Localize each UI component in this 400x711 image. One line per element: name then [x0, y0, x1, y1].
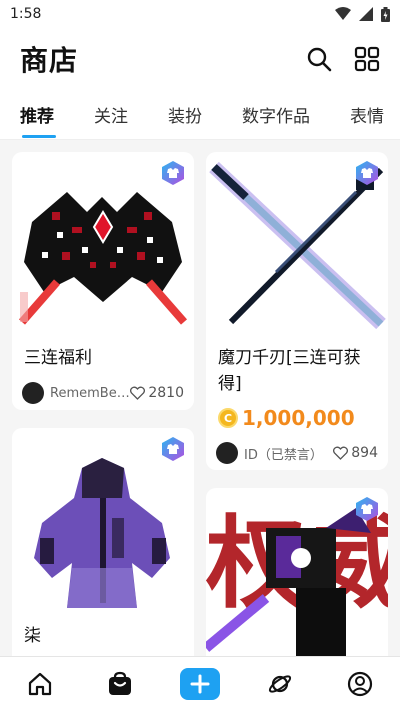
coin-icon: C: [218, 408, 238, 428]
outfit-type-badge: [162, 437, 184, 461]
app-header: 商店: [0, 28, 400, 90]
like-count[interactable]: 2810: [130, 385, 184, 401]
add-button[interactable]: [180, 668, 220, 700]
price: C 1,000,000: [218, 406, 355, 430]
product-meta: RememBer... 2810: [22, 382, 184, 404]
tab-digital-works[interactable]: 数字作品: [222, 90, 310, 139]
category-tabs: 推荐 关注 装扮 数字作品 表情: [0, 90, 400, 140]
heart-icon: [333, 446, 349, 460]
like-count-value: 2810: [148, 385, 184, 401]
search-button[interactable]: [306, 46, 332, 72]
battery-icon: [381, 6, 390, 22]
product-meta: ID（已禁言） 894: [216, 442, 378, 464]
nav-profile[interactable]: [340, 664, 380, 704]
add-icon: [190, 674, 210, 694]
outfit-type-badge: [162, 161, 184, 185]
author-name[interactable]: ID（已禁言）: [244, 444, 324, 463]
search-icon: [307, 47, 332, 72]
avatar[interactable]: [22, 382, 44, 404]
nav-discover[interactable]: [260, 664, 300, 704]
profile-icon: [347, 671, 373, 697]
bottom-nav: [0, 656, 400, 711]
product-title: 柒: [24, 626, 41, 646]
product-feed: 三连福利 RememBer... 2810 魔刀千刃[三连可获得] C 1,00…: [0, 140, 400, 656]
tab-following[interactable]: 关注: [74, 90, 128, 139]
like-count[interactable]: 894: [333, 445, 378, 461]
tab-emoji[interactable]: 表情: [330, 90, 384, 139]
planet-icon: [268, 675, 292, 693]
signal-icon: [359, 7, 373, 21]
product-title: 魔刀千刃[三连可获得]: [218, 348, 361, 394]
product-card[interactable]: 魔刀千刃[三连可获得] C 1,000,000 ID（已禁言） 894: [206, 152, 388, 470]
nav-shop[interactable]: [100, 664, 140, 704]
nav-home[interactable]: [20, 664, 60, 704]
outfit-type-badge: [356, 161, 378, 185]
status-bar: 1:58: [0, 0, 400, 28]
product-card[interactable]: 权威: [206, 488, 388, 656]
outfit-type-badge: [356, 497, 378, 521]
nav-create[interactable]: [180, 664, 220, 704]
status-icons: [335, 6, 390, 22]
price-value: 1,000,000: [242, 406, 355, 430]
avatar[interactable]: [216, 442, 238, 464]
like-count-value: 894: [351, 445, 378, 461]
wifi-icon: [335, 7, 351, 20]
product-card[interactable]: 三连福利 RememBer... 2810: [12, 152, 194, 410]
tab-dressup[interactable]: 装扮: [148, 90, 202, 139]
tab-recommended[interactable]: 推荐: [0, 90, 56, 139]
heart-icon: [130, 386, 146, 400]
page-title: 商店: [20, 44, 79, 77]
grid-icon: [354, 46, 380, 72]
shop-bag-icon: [109, 671, 131, 695]
author-name[interactable]: RememBer...: [50, 386, 130, 401]
product-title: 三连福利: [24, 348, 92, 368]
status-time: 1:58: [10, 6, 42, 22]
category-grid-button[interactable]: [354, 46, 380, 72]
product-card[interactable]: 柒: [12, 428, 194, 656]
home-icon: [28, 672, 52, 696]
